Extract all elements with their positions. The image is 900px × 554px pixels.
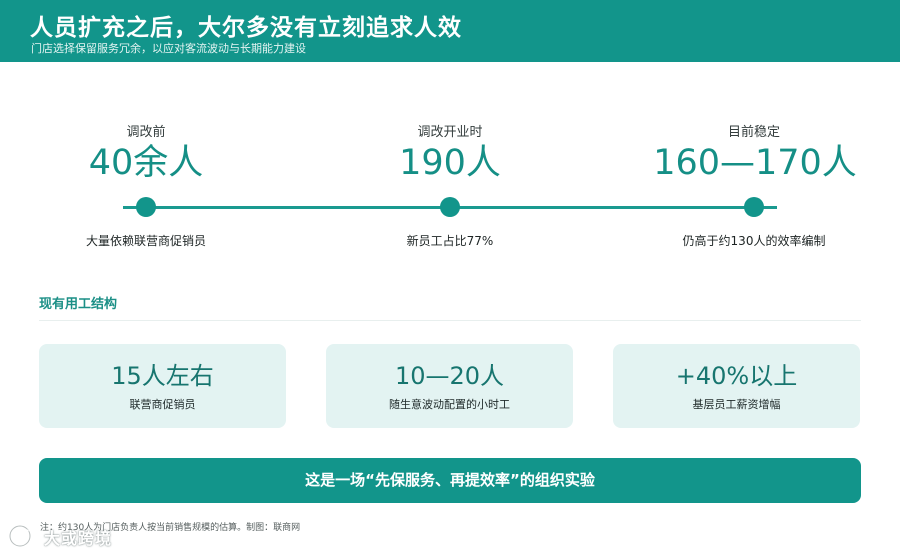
timeline-value-before: 40余人 bbox=[88, 143, 204, 183]
card-value: 10—20人 bbox=[394, 362, 505, 390]
structure-card-promoters: 15人左右 联营商促销员 bbox=[39, 344, 286, 428]
timeline-value-opening: 190人 bbox=[399, 143, 501, 183]
section-title: 现有用工结构 bbox=[39, 297, 118, 312]
timeline-desc-before: 大量依赖联营商促销员 bbox=[85, 234, 206, 248]
card-value: 15人左右 bbox=[111, 362, 214, 390]
structure-card-hourly: 10—20人 随生意波动配置的小时工 bbox=[326, 344, 573, 428]
card-value: +40%以上 bbox=[675, 362, 798, 390]
timeline-desc-current: 仍高于约130人的效率编制 bbox=[682, 234, 826, 248]
watermark: 大或跨境 bbox=[6, 522, 136, 550]
watermark-text: 大或跨境 bbox=[44, 529, 113, 548]
card-label: 随生意波动配置的小时工 bbox=[389, 398, 510, 411]
section-divider bbox=[39, 320, 861, 321]
timeline-dot-before bbox=[136, 197, 156, 217]
card-label: 联营商促销员 bbox=[129, 398, 196, 411]
timeline-dot-current bbox=[744, 197, 764, 217]
page-title: 人员扩充之后，大尔多没有立刻追求人效 bbox=[30, 15, 462, 41]
timeline-desc-opening: 新员工占比77% bbox=[406, 234, 494, 248]
timeline-label-opening: 调改开业时 bbox=[417, 125, 483, 140]
header-banner: 人员扩充之后，大尔多没有立刻追求人效 门店选择保留服务冗余，以应对客流波动与长期… bbox=[0, 0, 900, 62]
watermark-logo-icon bbox=[8, 524, 32, 548]
page-subtitle: 门店选择保留服务冗余，以应对客流波动与长期能力建设 bbox=[31, 42, 306, 55]
timeline-value-current: 160—170人 bbox=[653, 143, 857, 183]
timeline-label-current: 目前稳定 bbox=[727, 125, 780, 140]
card-label: 基层员工薪资增幅 bbox=[692, 398, 781, 411]
conclusion-banner: 这是一场“先保服务、再提效率”的组织实验 bbox=[39, 458, 861, 503]
structure-card-wage: +40%以上 基层员工薪资增幅 bbox=[613, 344, 860, 428]
timeline-label-before: 调改前 bbox=[126, 125, 166, 140]
timeline-dot-opening bbox=[440, 197, 460, 217]
